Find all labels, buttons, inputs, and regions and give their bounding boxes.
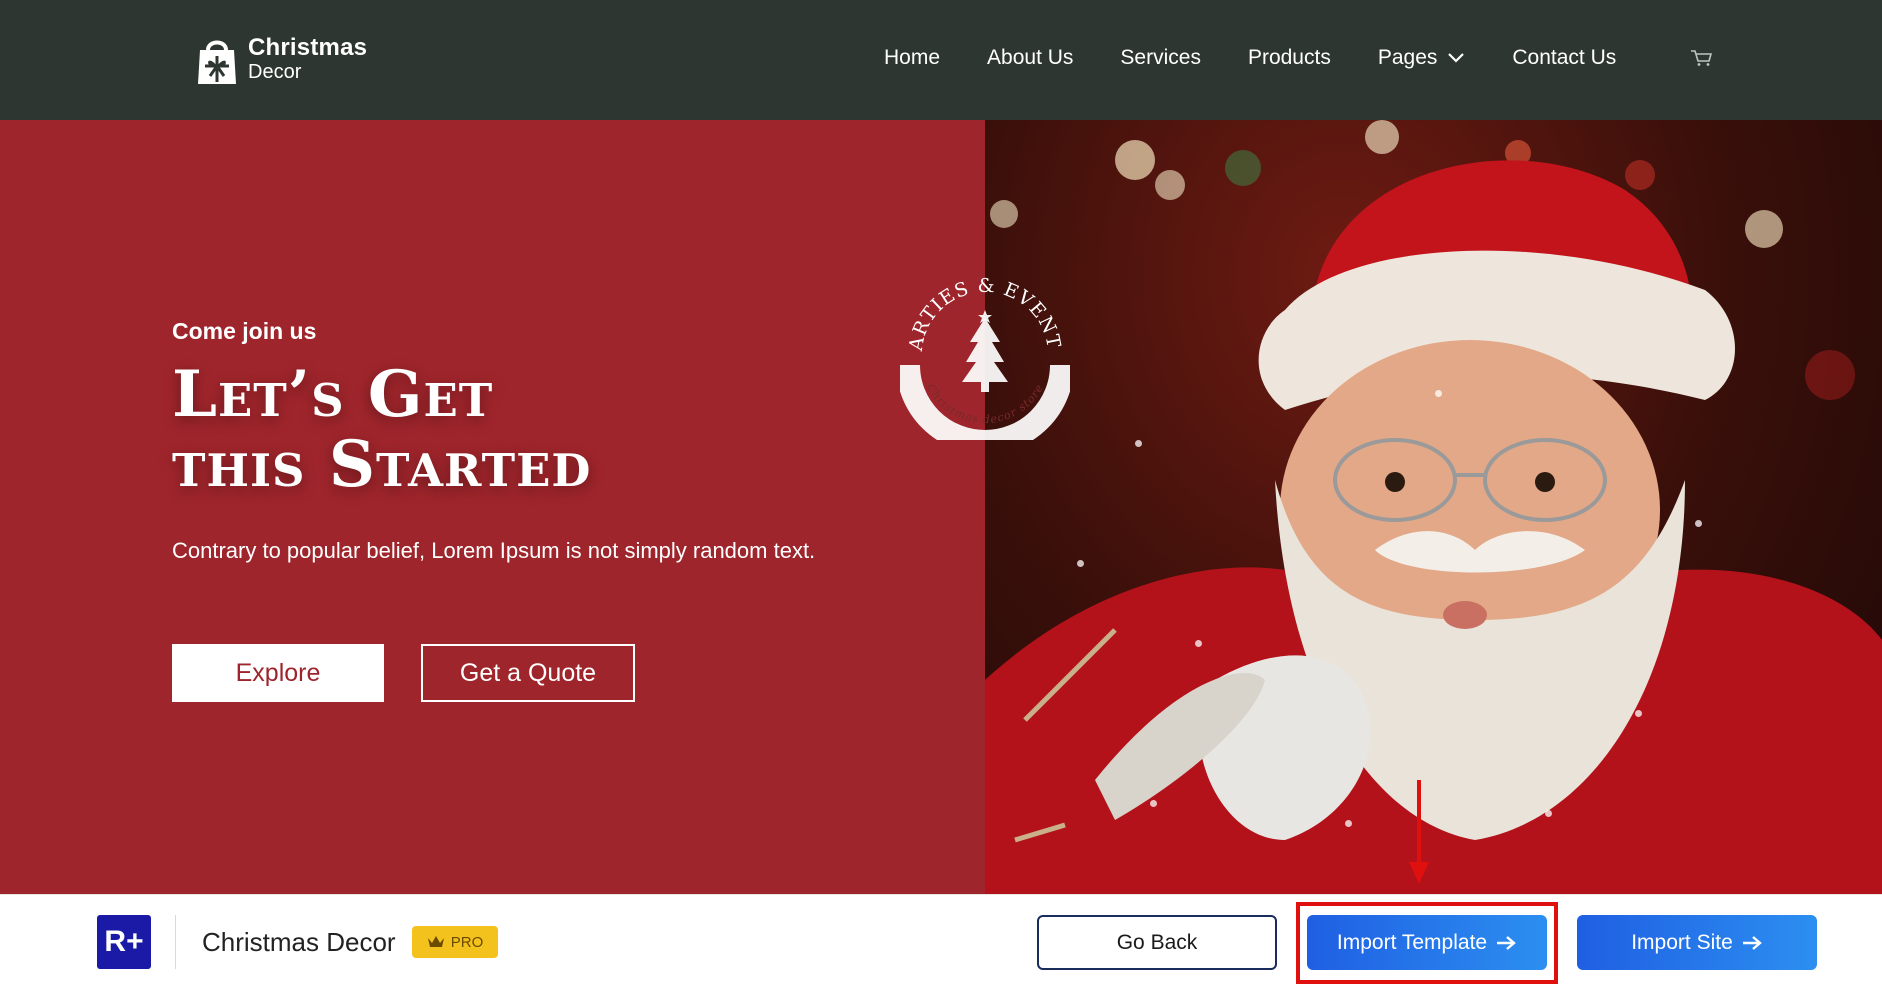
nav-home[interactable]: Home [884, 46, 940, 70]
arrow-right-icon [1497, 935, 1516, 950]
santa-figure [985, 160, 1882, 894]
snowflake-dot [1695, 520, 1702, 527]
crown-icon [427, 936, 444, 947]
cart-icon[interactable] [1690, 49, 1712, 67]
hero-panel [0, 120, 985, 894]
import-template-button[interactable]: Import Template [1307, 915, 1547, 970]
pro-badge-label: PRO [450, 933, 484, 951]
snowflake-dot [1345, 820, 1352, 827]
snowflake-dot [1435, 390, 1442, 397]
snowflake-dot [1195, 640, 1202, 647]
main-nav: Home About Us Services Products Pages Co… [884, 44, 1663, 72]
nav-services[interactable]: Services [1120, 46, 1201, 70]
hero-kicker: Come join us [172, 318, 317, 344]
page-root: Christmas Decor Home About Us Services P… [0, 0, 1882, 989]
import-site-label: Import Site [1631, 930, 1733, 954]
snowflake-dot [1635, 710, 1642, 717]
arrow-right-icon [1742, 935, 1762, 950]
logo-wordmark: Christmas Decor [248, 34, 368, 83]
template-import-bar: R+ Christmas Decor PRO Go Back Import Te… [0, 894, 1882, 989]
hero-image-santa [985, 120, 1882, 894]
import-template-label: Import Template [1336, 930, 1488, 954]
pro-badge: PRO [412, 926, 498, 958]
hero-headline-line-1: Let’s Get [172, 357, 494, 432]
snowflake-dot [1545, 810, 1552, 817]
hero-description: Contrary to popular belief, Lorem Ipsum … [172, 538, 816, 563]
hero-headline-line-2: this Started [172, 427, 592, 502]
chevron-down-icon [1448, 53, 1465, 63]
gift-bag-icon [198, 40, 236, 84]
snowflake-dot [1150, 800, 1157, 807]
parties-events-seal: PARTIES & EVENTS Christmas decor store [900, 270, 1070, 440]
plugin-logo: R+ [97, 915, 151, 969]
get-a-quote-button[interactable]: Get a Quote [421, 644, 635, 702]
template-name: Christmas Decor [202, 927, 396, 957]
christmas-tree-icon [962, 310, 1008, 392]
nav-pages[interactable]: Pages [1378, 46, 1466, 70]
nav-products[interactable]: Products [1248, 46, 1331, 70]
snowflake-dot [1077, 560, 1084, 567]
logo-title: Christmas [248, 34, 368, 61]
go-back-button[interactable]: Go Back [1037, 915, 1277, 970]
divider [175, 915, 176, 969]
site-header: Christmas Decor Home About Us Services P… [0, 0, 1882, 120]
logo-subtitle: Decor [248, 61, 302, 83]
nav-contact-us[interactable]: Contact Us [1512, 46, 1616, 70]
nav-pages-label: Pages [1377, 46, 1438, 69]
nav-about-us[interactable]: About Us [987, 46, 1073, 70]
explore-button[interactable]: Explore [172, 644, 384, 702]
site-logo[interactable]: Christmas Decor [196, 32, 367, 86]
hero-headline: Let’s Get this Started [172, 360, 591, 500]
snowflake-dot [1135, 440, 1142, 447]
import-site-button[interactable]: Import Site [1577, 915, 1817, 970]
